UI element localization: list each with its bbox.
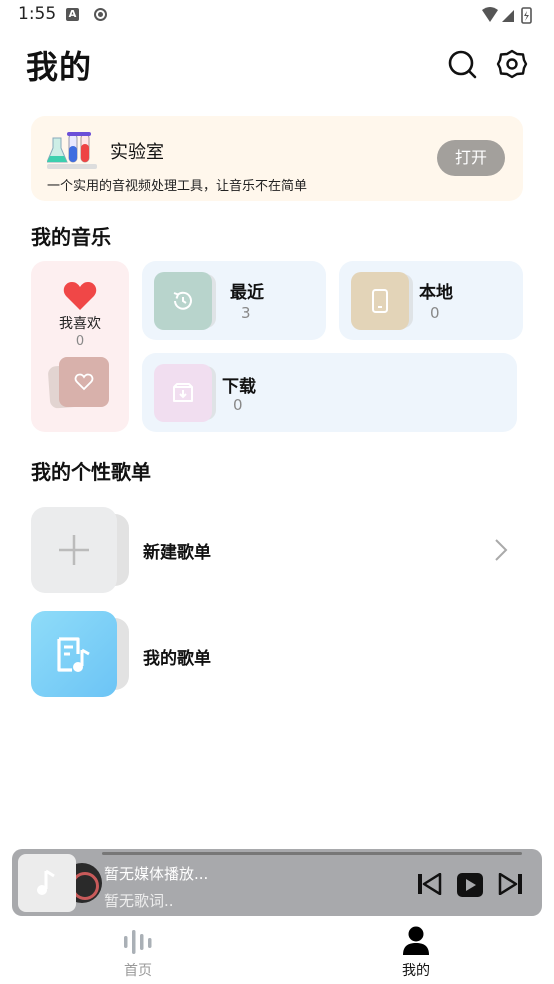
favorites-card[interactable]: 我喜欢 0 [31, 261, 129, 432]
my-playlist-label: 我的歌单 [143, 649, 211, 669]
local-label: 本地 [419, 283, 453, 303]
page-title: 我的 [26, 48, 93, 86]
favorites-cover [59, 357, 109, 407]
nav-mine-label: 我的 [402, 963, 430, 979]
local-count: 0 [430, 304, 440, 322]
phone-icon [372, 289, 388, 313]
play-icon[interactable] [457, 873, 483, 897]
download-box-icon [173, 383, 193, 402]
local-cover [351, 272, 409, 330]
gear-icon[interactable] [496, 48, 528, 80]
recent-label: 最近 [230, 283, 264, 303]
player-progress-bar[interactable] [102, 852, 522, 855]
favorites-count: 0 [75, 334, 85, 349]
mini-player[interactable]: 暂无媒体播放... 暂无歌词.. [12, 849, 542, 916]
a-notification-icon: A [66, 8, 79, 21]
flask-icon [47, 132, 97, 169]
heart-outline-icon [74, 373, 94, 391]
download-label: 下载 [222, 377, 256, 397]
recent-card[interactable]: 最近 3 [142, 261, 326, 340]
download-count: 0 [233, 396, 243, 414]
player-title: 暂无媒体播放... [104, 865, 209, 883]
my-playlist-row[interactable]: 我的歌单 [31, 611, 523, 697]
player-cover[interactable] [18, 854, 76, 912]
plus-icon [59, 535, 89, 565]
local-card[interactable]: 本地 0 [339, 261, 523, 340]
nav-mine-tab[interactable]: 我的 [376, 926, 456, 980]
download-card[interactable]: 下载 0 [142, 353, 517, 432]
recording-icon [94, 8, 107, 21]
playlists-title: 我的个性歌单 [31, 460, 151, 484]
lab-card[interactable]: 实验室 一个实用的音视频处理工具，让音乐不在简单 打开 [31, 116, 523, 201]
new-playlist-row[interactable]: 新建歌单 [31, 507, 523, 593]
nav-home-label: 首页 [124, 963, 152, 979]
wifi-icon [482, 7, 498, 22]
music-note-icon [37, 869, 55, 895]
my-playlist-cover [31, 611, 117, 697]
music-note-doc-icon [57, 637, 90, 672]
new-playlist-cover [31, 507, 117, 593]
lab-title: 实验室 [110, 142, 164, 163]
skip-previous-icon[interactable] [418, 873, 442, 895]
lab-open-button[interactable]: 打开 [437, 140, 505, 176]
status-icons [482, 7, 532, 24]
player-lyric: 暂无歌词.. [104, 892, 174, 910]
favorites-label: 我喜欢 [59, 316, 101, 332]
lab-description: 一个实用的音视频处理工具，让音乐不在简单 [47, 179, 308, 194]
signal-icon [502, 10, 514, 22]
skip-next-icon[interactable] [498, 873, 522, 895]
clock-icon [173, 291, 192, 310]
audio-bars-icon [124, 930, 152, 954]
person-icon [403, 926, 429, 955]
recent-count: 3 [241, 304, 251, 322]
download-cover [154, 364, 212, 422]
chevron-right-icon [495, 539, 508, 561]
search-icon[interactable] [446, 48, 478, 80]
recent-cover [154, 272, 212, 330]
new-playlist-label: 新建歌单 [143, 543, 211, 563]
heart-icon [63, 282, 97, 310]
nav-home-tab[interactable]: 首页 [98, 926, 178, 980]
status-time: 1:55 [18, 4, 57, 24]
my-music-title: 我的音乐 [31, 225, 111, 249]
